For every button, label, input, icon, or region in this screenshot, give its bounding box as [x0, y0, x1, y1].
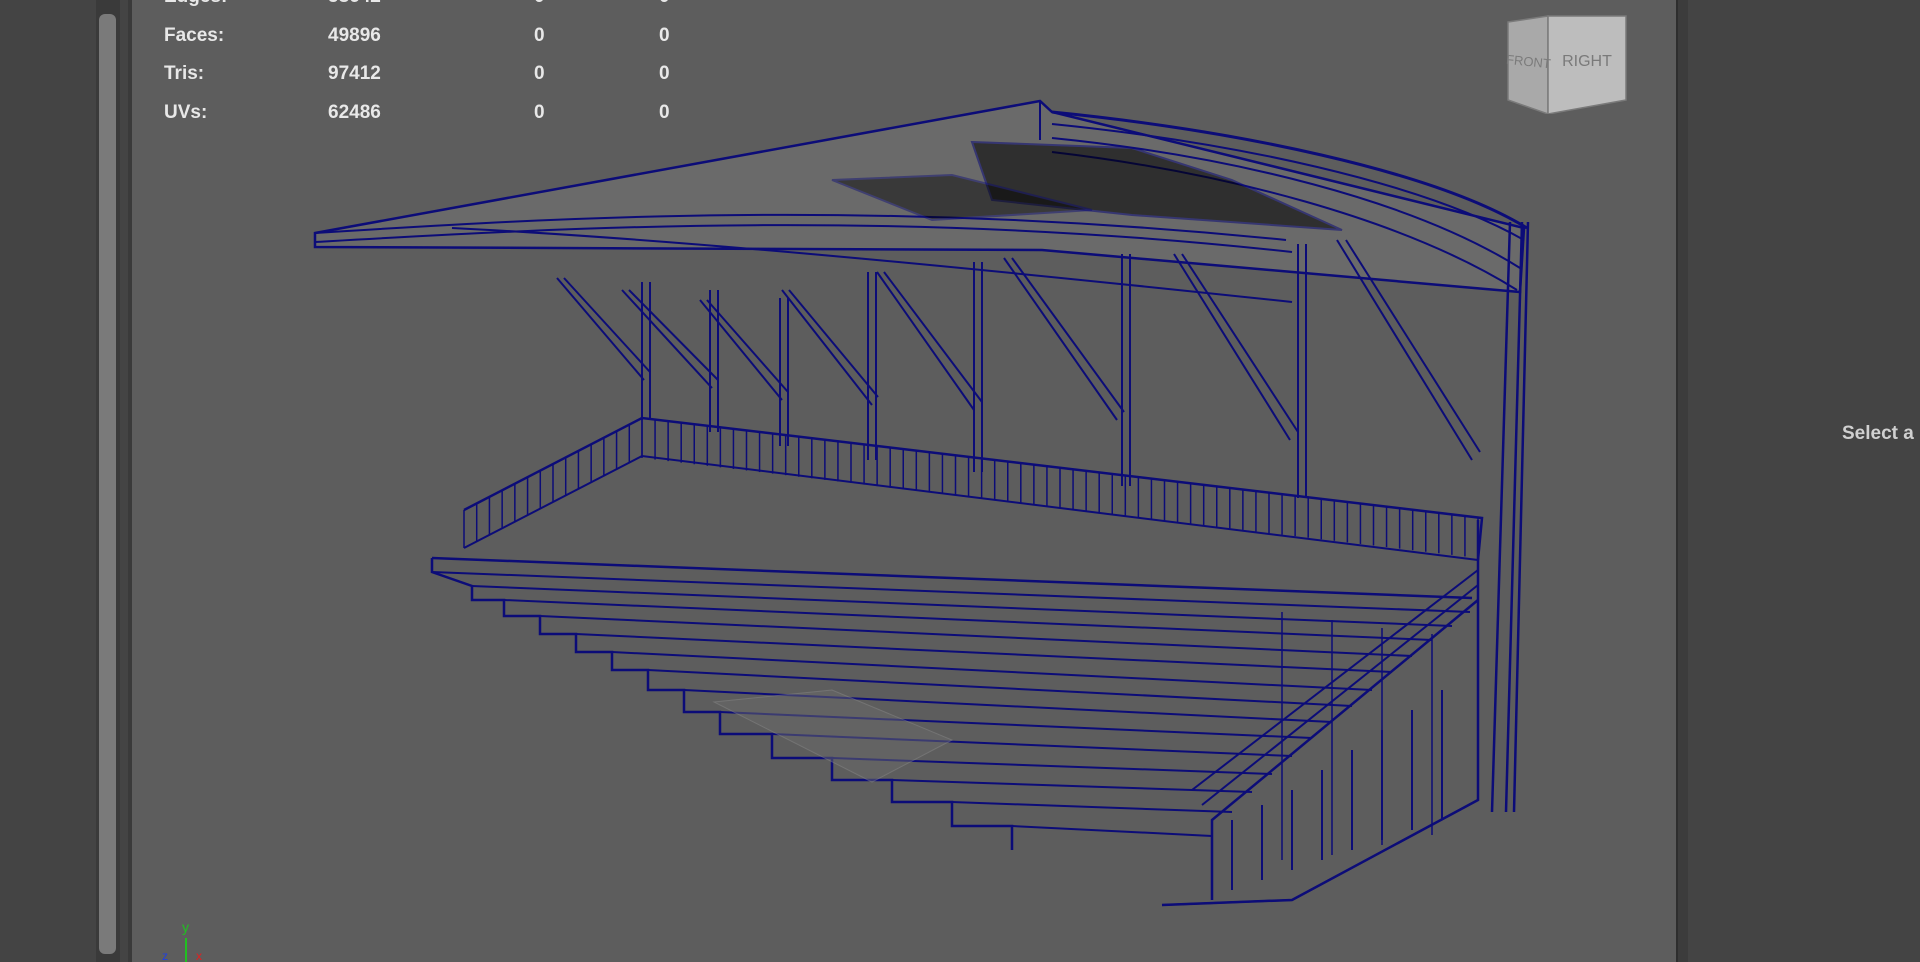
hud-label: Tris:: [164, 63, 205, 84]
hud-value: 0: [534, 63, 545, 84]
viewcube-right-label: RIGHT: [1562, 53, 1612, 70]
hud-value: 0: [534, 101, 545, 123]
x-axis-label: x: [196, 949, 202, 962]
hud-value: 0: [659, 24, 670, 46]
y-axis-label: y: [182, 919, 189, 935]
hud-value: 0: [534, 24, 545, 46]
3d-viewport[interactable]: Edges: 58642 0 0 Faces: 49896 0 0 Tris: …: [132, 0, 1676, 962]
left-toolbar-strip: [0, 0, 92, 962]
hud-value: 58642: [328, 0, 381, 8]
hud-label: UVs:: [164, 101, 208, 123]
scrollbar-thumb[interactable]: [99, 14, 116, 954]
viewcube[interactable]: FRONT RIGHT: [1502, 14, 1627, 114]
hud-value: 97412: [328, 63, 381, 84]
attribute-panel: Select a: [1688, 0, 1920, 962]
z-axis-label: z: [162, 949, 168, 962]
hud-label: Faces:: [164, 24, 225, 46]
hud-value: 0: [534, 0, 545, 8]
hud-value: 0: [659, 101, 670, 123]
stadium-stand-wireframe-model: [313, 99, 1530, 907]
hud-value: 0: [659, 63, 670, 84]
hud-value: 62486: [328, 101, 381, 123]
hud-label: Edges:: [164, 0, 227, 8]
hud-value: 49896: [328, 24, 381, 46]
axis-orientation-indicator: y z x: [162, 919, 202, 962]
hud-value: 0: [659, 0, 670, 8]
panel-hint-text: Select a: [1842, 423, 1914, 444]
